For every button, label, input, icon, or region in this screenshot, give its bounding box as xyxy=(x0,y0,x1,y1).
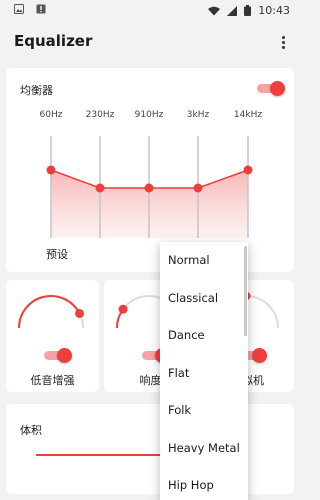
bass-boost-label: 低音增强 xyxy=(30,374,75,387)
equalizer-graph[interactable] xyxy=(6,68,294,272)
preset-option-flat[interactable]: Flat xyxy=(160,355,248,393)
app-bar: Equalizer xyxy=(0,24,300,60)
band-handle-4 xyxy=(243,165,253,175)
preset-option-classical[interactable]: Classical xyxy=(160,280,248,318)
band-handle-3 xyxy=(193,183,203,193)
preset-option-heavy-metal[interactable]: Heavy Metal xyxy=(160,430,248,468)
dial-knob xyxy=(118,304,128,314)
more-options-icon[interactable] xyxy=(282,36,286,50)
dial-knob xyxy=(75,308,85,318)
preset-option-folk[interactable]: Folk xyxy=(160,392,248,430)
volume-slider[interactable] xyxy=(36,454,166,456)
bass-boost-toggle[interactable] xyxy=(44,348,72,363)
band-handle-1 xyxy=(95,183,105,193)
equalizer-card: 均衡器 60Hz 230Hz 910Hz 3kHz 14kHz 预设 xyxy=(6,68,294,272)
status-bar: 10:43 xyxy=(0,0,300,24)
bass-boost-dial[interactable] xyxy=(6,280,99,350)
preset-option-hip-hop[interactable]: Hip Hop xyxy=(160,467,248,500)
clock-time: 10:43 xyxy=(258,4,290,17)
preset-label: 预设 xyxy=(46,248,68,261)
dial-track xyxy=(18,295,84,329)
preset-option-dance[interactable]: Dance xyxy=(160,317,248,355)
gallery-notification-icon xyxy=(14,4,24,14)
alert-notification-icon xyxy=(36,4,46,14)
effect-card-bass-boost: 低音增强 xyxy=(6,280,99,392)
battery-icon xyxy=(244,5,252,16)
dial-progress xyxy=(18,295,81,329)
band-handle-2 xyxy=(144,183,154,193)
preset-option-normal[interactable]: Normal xyxy=(160,242,248,280)
band-handle-0 xyxy=(46,165,56,175)
signal-icon xyxy=(227,5,238,16)
wifi-icon xyxy=(208,6,221,15)
volume-label: 体积 xyxy=(20,424,42,437)
page-title: Equalizer xyxy=(14,32,93,50)
dropdown-scrollbar[interactable] xyxy=(244,246,247,336)
preset-dropdown-menu: Normal Classical Dance Flat Folk Heavy M… xyxy=(160,242,248,500)
volume-card: 体积 xyxy=(6,404,294,494)
